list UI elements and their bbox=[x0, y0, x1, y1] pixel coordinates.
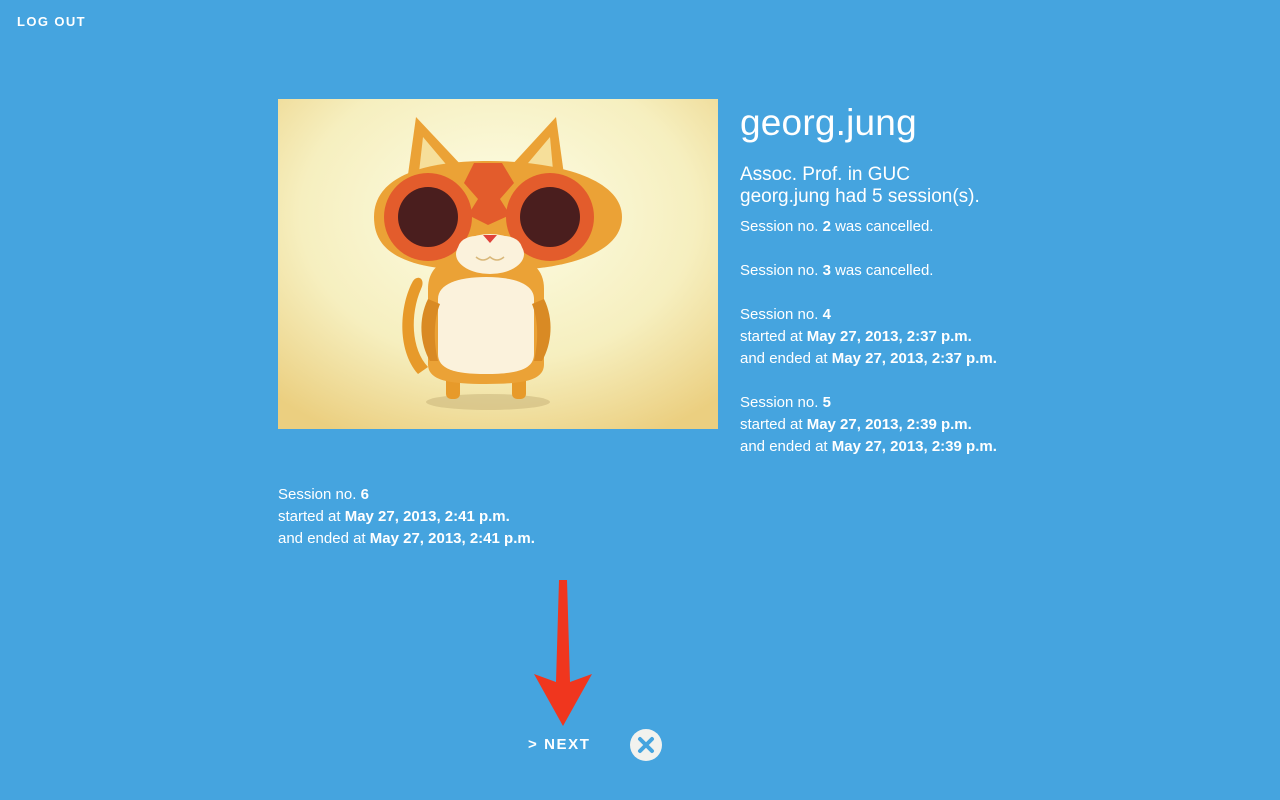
session-item: Session no. 6 started at May 27, 2013, 2… bbox=[278, 484, 678, 550]
ended-time: May 27, 2013, 2:41 p.m. bbox=[369, 530, 535, 547]
started-label: started at bbox=[278, 508, 345, 525]
started-label: started at bbox=[740, 416, 807, 433]
logout-link[interactable]: LOG OUT bbox=[17, 14, 86, 29]
session-number: 4 bbox=[822, 306, 831, 323]
session-status: was cancelled. bbox=[830, 262, 934, 279]
session-item: Session no. 5 started at May 27, 2013, 2… bbox=[740, 392, 1220, 458]
session-prefix: Session no. bbox=[740, 218, 823, 235]
username-heading: georg.jung bbox=[740, 102, 917, 143]
ended-label: and ended at bbox=[740, 350, 832, 367]
session-prefix: Session no. bbox=[278, 486, 361, 503]
page: LOG OUT georg.jung Assoc. Prof. in GUC g… bbox=[0, 0, 1280, 800]
session-prefix: Session no. bbox=[740, 394, 823, 411]
session-item: Session no. 3 was cancelled. bbox=[740, 260, 1220, 282]
cat-illustration bbox=[278, 99, 718, 429]
session-item: Session no. 2 was cancelled. bbox=[740, 216, 1220, 238]
next-button[interactable]: > NEXT bbox=[528, 736, 591, 753]
session-number: 6 bbox=[360, 486, 369, 503]
role-text: Assoc. Prof. in GUC bbox=[740, 164, 910, 185]
ended-time: May 27, 2013, 2:39 p.m. bbox=[831, 438, 997, 455]
avatar-image bbox=[278, 99, 718, 429]
session-number: 5 bbox=[822, 394, 831, 411]
arrow-down-icon bbox=[534, 580, 592, 726]
session-number: 2 bbox=[822, 218, 831, 235]
session-summary: georg.jung had 5 session(s). bbox=[740, 186, 980, 207]
profile-panel: georg.jung Assoc. Prof. in GUC georg.jun… bbox=[740, 100, 1220, 480]
session-prefix: Session no. bbox=[740, 306, 823, 323]
started-time: May 27, 2013, 2:37 p.m. bbox=[806, 328, 972, 345]
session-prefix: Session no. bbox=[740, 262, 823, 279]
close-icon bbox=[638, 737, 654, 753]
started-time: May 27, 2013, 2:41 p.m. bbox=[344, 508, 510, 525]
started-time: May 27, 2013, 2:39 p.m. bbox=[806, 416, 972, 433]
ended-label: and ended at bbox=[740, 438, 832, 455]
ended-label: and ended at bbox=[278, 530, 370, 547]
ended-time: May 27, 2013, 2:37 p.m. bbox=[831, 350, 997, 367]
started-label: started at bbox=[740, 328, 807, 345]
session-number: 3 bbox=[822, 262, 831, 279]
session-item: Session no. 4 started at May 27, 2013, 2… bbox=[740, 304, 1220, 370]
close-button[interactable] bbox=[630, 729, 662, 761]
session-status: was cancelled. bbox=[830, 218, 934, 235]
